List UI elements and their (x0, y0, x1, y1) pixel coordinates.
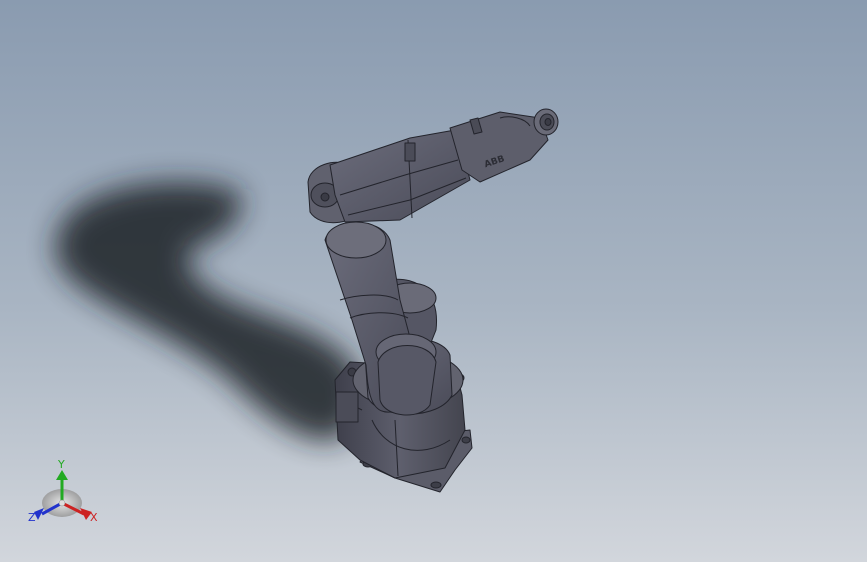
axis2-joint (325, 221, 387, 259)
base-bolt (461, 436, 471, 444)
x-axis-label: X (90, 511, 98, 524)
z-axis-label: Z (28, 511, 36, 524)
upper-arm-connector (404, 142, 416, 162)
elbow-bolt (320, 192, 330, 202)
3d-scene[interactable]: ABB Y X Z (0, 0, 867, 562)
y-axis-label: Y (57, 458, 65, 471)
base-bolt (430, 481, 442, 489)
base-connector (335, 391, 359, 423)
graphics-viewport[interactable]: ABB Y X Z (0, 0, 867, 562)
